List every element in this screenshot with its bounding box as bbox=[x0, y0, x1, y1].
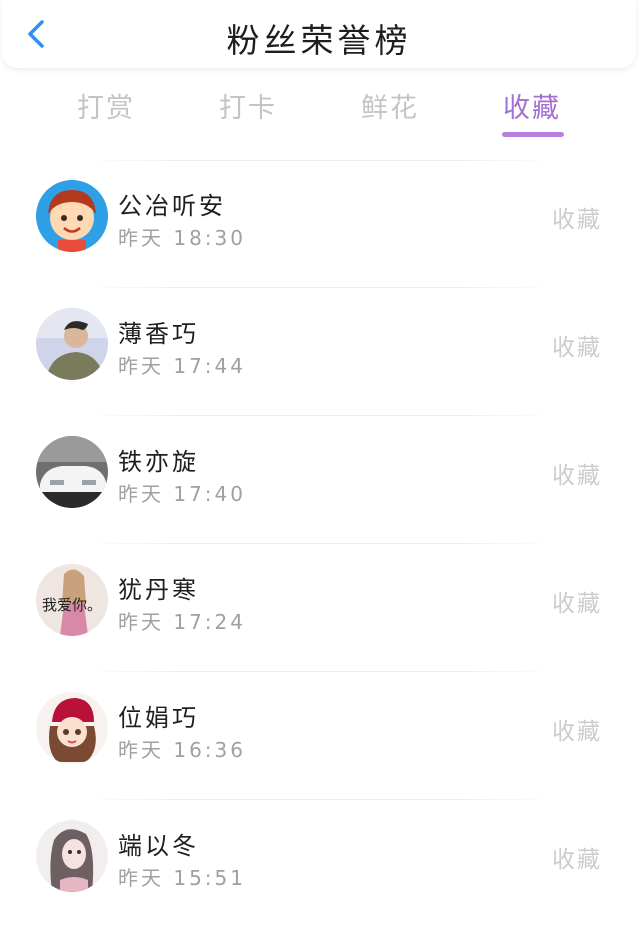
list-item[interactable]: 公冶听安 昨天 18:30 收藏 bbox=[0, 160, 640, 288]
list-item[interactable]: 薄香巧 昨天 17:44 收藏 bbox=[0, 288, 640, 416]
fan-time: 昨天 17:24 bbox=[118, 610, 246, 634]
tab-favorites[interactable]: 收藏 bbox=[482, 86, 582, 137]
list-item[interactable]: 端以冬 昨天 15:51 收藏 bbox=[0, 800, 640, 928]
fan-name: 铁亦旋 bbox=[118, 448, 199, 476]
fan-time: 昨天 17:44 bbox=[118, 354, 246, 378]
favorite-action[interactable]: 收藏 bbox=[552, 456, 602, 490]
favorite-action[interactable]: 收藏 bbox=[552, 584, 602, 618]
list-item[interactable]: 位娟巧 昨天 16:36 收藏 bbox=[0, 672, 640, 800]
cartoon-boy-avatar bbox=[36, 180, 108, 252]
fan-time: 昨天 18:30 bbox=[118, 226, 246, 250]
fan-name: 犹丹寒 bbox=[118, 576, 199, 604]
tab-label: 打赏 bbox=[77, 93, 135, 124]
avatar-caption: 我爱你。 bbox=[42, 596, 102, 614]
girl-photo-avatar: 我爱你。 bbox=[36, 564, 108, 636]
fan-time: 昨天 16:36 bbox=[118, 738, 246, 762]
tab-checkin[interactable]: 打卡 bbox=[198, 86, 298, 125]
fan-time: 昨天 15:51 bbox=[118, 866, 246, 890]
favorite-action[interactable]: 收藏 bbox=[552, 840, 602, 874]
list-item[interactable]: 我爱你。 犹丹寒 昨天 17:24 收藏 bbox=[0, 544, 640, 672]
page-title: 粉丝荣誉榜 bbox=[226, 21, 412, 60]
young-man-avatar bbox=[36, 308, 108, 380]
fan-name: 薄香巧 bbox=[118, 320, 199, 348]
tab-flowers[interactable]: 鲜花 bbox=[340, 86, 440, 125]
tab-label: 鲜花 bbox=[361, 93, 419, 124]
white-car-avatar bbox=[36, 436, 108, 508]
top-bar: 粉丝荣誉榜 bbox=[2, 0, 636, 68]
fan-time: 昨天 17:40 bbox=[118, 482, 246, 506]
tab-bar: 打赏 打卡 鲜花 收藏 bbox=[0, 86, 640, 142]
tab-label: 打卡 bbox=[219, 93, 277, 124]
favorite-action[interactable]: 收藏 bbox=[552, 712, 602, 746]
fan-name: 端以冬 bbox=[118, 832, 199, 860]
fan-name: 公冶听安 bbox=[118, 192, 226, 220]
active-tab-indicator bbox=[502, 132, 564, 137]
anime-girl-red-hat-avatar bbox=[36, 692, 108, 764]
tab-label: 收藏 bbox=[503, 93, 561, 124]
list-item[interactable]: 铁亦旋 昨天 17:40 收藏 bbox=[0, 416, 640, 544]
sketch-girl-avatar bbox=[36, 820, 108, 892]
favorite-action[interactable]: 收藏 bbox=[552, 328, 602, 362]
fan-name: 位娟巧 bbox=[118, 704, 199, 732]
tab-reward[interactable]: 打赏 bbox=[56, 86, 156, 125]
favorite-action[interactable]: 收藏 bbox=[552, 200, 602, 234]
